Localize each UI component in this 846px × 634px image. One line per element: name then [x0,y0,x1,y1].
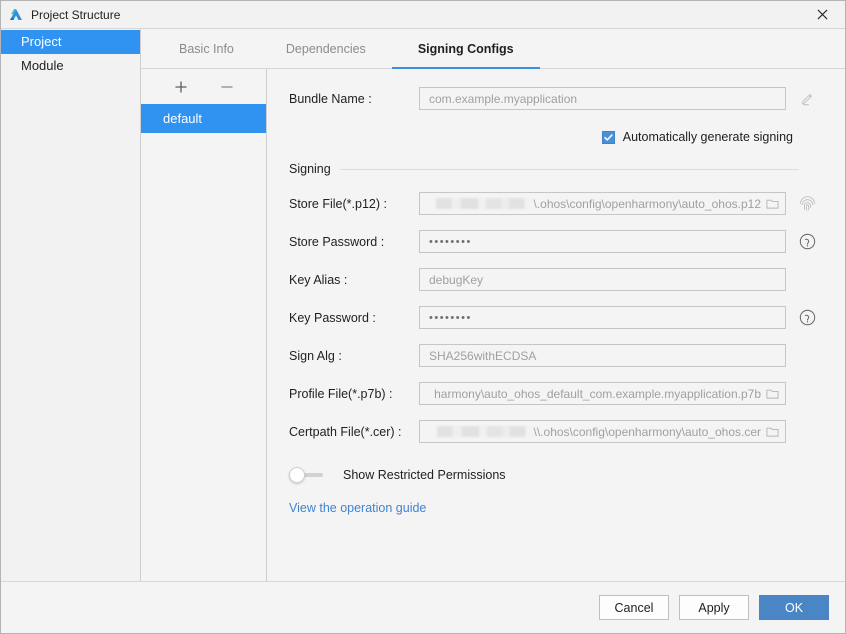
signing-configs-panes: default Bundle Name : com.example.myappl… [141,69,845,581]
show-restricted-permissions-toggle[interactable] [289,467,325,483]
tab-label: Basic Info [179,41,234,56]
config-list-toolbar [141,69,266,104]
show-restricted-permissions-label: Show Restricted Permissions [343,468,506,482]
auto-generate-signing-label: Automatically generate signing [622,130,793,144]
pencil-icon[interactable] [794,91,820,106]
show-restricted-permissions-row: Show Restricted Permissions [289,467,829,483]
help-circle-icon[interactable] [794,309,820,326]
tab-signing-configs[interactable]: Signing Configs [391,29,540,69]
store-file-value: \.ohos\config\openharmony\auto_ohos.p12 [429,197,761,211]
auto-generate-signing-checkbox[interactable] [601,130,615,144]
tab-label: Dependencies [285,41,366,56]
signing-form: Bundle Name : com.example.myapplication [267,69,845,581]
apply-button[interactable]: Apply [679,595,749,620]
dialog-body: Project Module Basic Info Dependencies S… [1,28,845,581]
profile-file-row: Profile File(*.p7b) : harmony\auto_ohos_… [289,382,829,405]
project-structure-dialog: Project Structure Project Module Basic I… [0,0,846,634]
key-alias-label: Key Alias : [289,272,348,287]
operation-guide-link[interactable]: View the operation guide [289,501,426,515]
profile-file-input[interactable]: harmony\auto_ohos_default_com.example.my… [419,382,786,405]
store-file-row: Store File(*.p12) : \.ohos\config\openha… [289,192,829,215]
ok-button[interactable]: OK [759,595,829,620]
profile-file-label: Profile File(*.p7b) : [289,386,393,401]
store-file-input[interactable]: \.ohos\config\openharmony\auto_ohos.p12 [419,192,786,215]
profile-file-value: harmony\auto_ohos_default_com.example.my… [434,386,761,401]
bundle-name-label: Bundle Name : [289,91,372,106]
folder-icon[interactable] [765,425,779,439]
key-password-input[interactable]: •••••••• [419,306,786,329]
key-password-row: Key Password : •••••••• [289,306,829,329]
sidebar-item-module[interactable]: Module [1,54,140,78]
certpath-file-row: Certpath File(*.cer) : \\.ohos\config\op… [289,420,829,443]
sidebar-item-project[interactable]: Project [1,30,140,54]
toggle-knob [289,467,305,483]
window-title: Project Structure [31,7,121,22]
tab-bar: Basic Info Dependencies Signing Configs [141,29,845,69]
sign-alg-input[interactable]: SHA256withECDSA [419,344,786,367]
deveco-logo-icon [8,7,24,23]
auto-generate-signing-row[interactable]: Automatically generate signing [289,130,829,144]
bundle-name-input[interactable]: com.example.myapplication [419,87,786,110]
store-password-row: Store Password : •••••••• [289,230,829,253]
store-file-path: \.ohos\config\openharmony\auto_ohos.p12 [533,196,761,211]
list-item[interactable]: default [141,104,266,133]
left-navigation: Project Module [1,29,141,581]
cancel-button[interactable]: Cancel [599,595,669,620]
sign-alg-row: Sign Alg : SHA256withECDSA [289,344,829,367]
tab-basic-info[interactable]: Basic Info [153,29,260,68]
store-password-input[interactable]: •••••••• [419,230,786,253]
key-alias-value: debugKey [429,272,484,287]
store-password-label: Store Password : [289,234,385,249]
tab-label: Signing Configs [417,41,514,56]
help-circle-icon[interactable] [794,233,820,250]
sign-alg-value: SHA256withECDSA [429,348,537,363]
certpath-file-label: Certpath File(*.cer) : [289,424,402,439]
title-bar: Project Structure [1,1,845,28]
remove-config-button[interactable] [218,78,236,96]
tab-dependencies[interactable]: Dependencies [260,29,392,68]
sidebar-item-label: Module [21,58,64,73]
signing-section-title: Signing [289,162,331,176]
fingerprint-icon[interactable] [794,195,820,212]
redacted-path-mask [436,425,533,437]
add-config-button[interactable] [172,78,190,96]
content-area: Basic Info Dependencies Signing Configs [141,29,845,581]
dialog-footer: Cancel Apply OK [1,581,845,633]
store-file-label: Store File(*.p12) : [289,196,387,211]
signing-section-header: Signing [289,162,829,176]
bundle-name-row: Bundle Name : com.example.myapplication [289,87,829,110]
key-alias-input[interactable]: debugKey [419,268,786,291]
certpath-file-input[interactable]: \\.ohos\config\openharmony\auto_ohos.cer [419,420,786,443]
folder-icon[interactable] [765,387,779,401]
store-password-value: •••••••• [429,235,472,248]
certpath-file-value: \\.ohos\config\openharmony\auto_ohos.cer [429,425,761,439]
sidebar-item-label: Project [21,34,62,49]
redacted-path-mask [436,197,533,209]
key-password-label: Key Password : [289,310,376,325]
key-alias-row: Key Alias : debugKey [289,268,829,291]
bundle-name-value: com.example.myapplication [429,91,578,106]
config-entry-label: default [163,111,203,126]
folder-icon[interactable] [765,197,779,211]
sign-alg-label: Sign Alg : [289,348,342,363]
certpath-file-path: \\.ohos\config\openharmony\auto_ohos.cer [533,424,761,439]
key-password-value: •••••••• [429,311,472,324]
guide-link-row: View the operation guide [289,501,829,515]
close-icon[interactable] [800,1,845,28]
section-divider [339,168,799,170]
config-list-pane: default [141,69,267,581]
